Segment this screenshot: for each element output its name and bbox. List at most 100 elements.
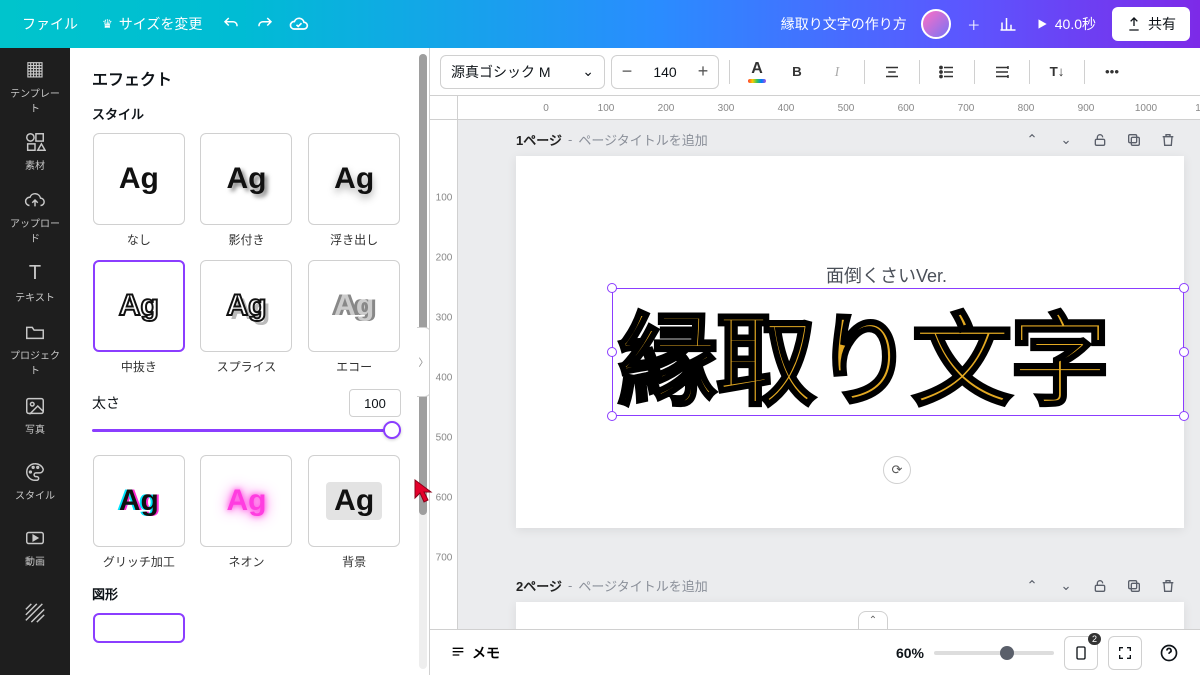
text-color-button[interactable]: A [740, 55, 774, 89]
panel-title: エフェクト [92, 66, 401, 90]
bottom-bar: メモ 60% 2 [430, 629, 1200, 675]
selection-box[interactable] [612, 288, 1184, 416]
page-2[interactable] [516, 602, 1184, 629]
italic-button[interactable]: I [820, 55, 854, 89]
sidebar-item-label: スタイル [15, 487, 55, 502]
sidebar-item-projects[interactable]: プロジェクト [0, 316, 70, 382]
zoom-label[interactable]: 60% [896, 645, 924, 661]
bold-button[interactable]: B [780, 55, 814, 89]
video-icon [24, 527, 46, 549]
style-tile-background[interactable]: Ag背景 [307, 455, 401, 570]
more-button[interactable]: ••• [1095, 55, 1129, 89]
sidebar-item-label: テキスト [15, 289, 55, 304]
page-delete-button[interactable] [1154, 126, 1182, 154]
undo-button[interactable] [214, 7, 248, 41]
share-button[interactable]: 共有 [1112, 7, 1190, 41]
avatar[interactable] [921, 9, 951, 39]
duration-label: 40.0秒 [1055, 14, 1096, 34]
style-tile-splice[interactable]: Agスプライス [200, 260, 294, 375]
page-move-up-button[interactable]: ⌃ [1018, 126, 1046, 154]
style-tile-shadow[interactable]: Ag影付き [200, 133, 294, 248]
notes-icon [450, 645, 466, 661]
style-tile-echo[interactable]: Agエコー [307, 260, 401, 375]
icon-sidebar: ▦ テンプレート 素材 アップロード T テキスト プロジェクト 写真 スタイル 動… [0, 48, 70, 675]
cloud-status-icon[interactable] [282, 7, 316, 41]
add-member-button[interactable]: ＋ [957, 7, 991, 41]
horizontal-ruler: 0 100 200 300 400 500 600 700 800 900 10… [458, 96, 1200, 120]
page-move-down-button[interactable]: ⌄ [1052, 572, 1080, 600]
align-button[interactable] [875, 55, 909, 89]
page1-header[interactable]: 1ページ - ページタイトルを追加 [516, 130, 708, 149]
sidebar-item-label: アップロード [6, 215, 64, 245]
style-tile-none[interactable]: Agなし [92, 133, 186, 248]
spacing-button[interactable] [985, 55, 1019, 89]
sidebar-item-uploads[interactable]: アップロード [0, 184, 70, 250]
page-lock-button[interactable] [1086, 572, 1114, 600]
text-icon: T [29, 262, 41, 285]
sidebar-item-video[interactable]: 動画 [0, 514, 70, 580]
canvas-stage[interactable]: 1ページ - ページタイトルを追加 ⌃ ⌄ 面倒くさいVer. 縁取り文字 ⟳ … [458, 120, 1200, 629]
font-size-input[interactable]: 140 [642, 64, 688, 80]
font-size-increase[interactable]: + [688, 56, 718, 88]
shape-tile[interactable] [92, 613, 186, 643]
help-button[interactable] [1152, 636, 1186, 670]
thickness-input[interactable]: 100 [349, 389, 401, 417]
palette-icon [24, 461, 46, 483]
font-size-stepper: − 140 + [611, 55, 719, 89]
redo-button[interactable] [248, 7, 282, 41]
style-tile-neon[interactable]: Agネオン [200, 455, 294, 570]
style-tile-glitch[interactable]: Agグリッチ加工 [92, 455, 186, 570]
sidebar-item-templates[interactable]: ▦ テンプレート [0, 52, 70, 118]
canvas-area: 源真ゴシック M⌄ − 140 + A B I T↓ ••• 0 100 200… [430, 48, 1200, 675]
page-count-button[interactable]: 2 [1064, 636, 1098, 670]
templates-icon: ▦ [26, 56, 45, 81]
crown-icon: ♛ [102, 17, 113, 31]
list-button[interactable] [930, 55, 964, 89]
sidebar-item-label: テンプレート [6, 85, 64, 115]
style-grid-2: Agグリッチ加工 Agネオン Ag背景 [92, 455, 401, 570]
topbar: ファイル ♛ サイズを変更 縁取り文字の作り方 ＋ 40.0秒 共有 [0, 0, 1200, 48]
fullscreen-button[interactable] [1108, 636, 1142, 670]
page-duplicate-button[interactable] [1120, 572, 1148, 600]
thickness-slider[interactable] [92, 421, 401, 439]
page2-tools: ⌃ ⌄ [1018, 572, 1182, 600]
panel-collapse-button[interactable]: 〉 [417, 327, 430, 397]
font-select[interactable]: 源真ゴシック M⌄ [440, 55, 605, 89]
folder-icon [24, 321, 46, 343]
ruler-origin [430, 96, 458, 120]
sidebar-item-styles[interactable]: スタイル [0, 448, 70, 514]
context-toolbar: 源真ゴシック M⌄ − 140 + A B I T↓ ••• [430, 48, 1200, 96]
style-grid: Agなし Ag影付き Ag浮き出し Ag中抜き Agスプライス Agエコー [92, 133, 401, 375]
sidebar-item-photos[interactable]: 写真 [0, 382, 70, 448]
page-duplicate-button[interactable] [1120, 126, 1148, 154]
page-move-down-button[interactable]: ⌄ [1052, 126, 1080, 154]
style-tile-lift[interactable]: Ag浮き出し [307, 133, 401, 248]
page-delete-button[interactable] [1154, 572, 1182, 600]
timeline-toggle-button[interactable]: ⌃ [858, 611, 888, 629]
sidebar-item-elements[interactable]: 素材 [0, 118, 70, 184]
sidebar-item-text[interactable]: T テキスト [0, 250, 70, 316]
resize-button[interactable]: ♛ サイズを変更 [90, 7, 214, 41]
present-button[interactable]: 40.0秒 [1025, 7, 1106, 41]
document-title[interactable]: 縁取り文字の作り方 [781, 14, 907, 34]
page-lock-button[interactable] [1086, 126, 1114, 154]
file-menu-button[interactable]: ファイル [10, 7, 90, 41]
insights-button[interactable] [991, 7, 1025, 41]
vertical-text-button[interactable]: T↓ [1040, 55, 1074, 89]
rotate-handle[interactable]: ⟳ [883, 456, 911, 484]
page1-tools: ⌃ ⌄ [1018, 126, 1182, 154]
image-icon [24, 395, 46, 417]
sidebar-item-label: 素材 [25, 157, 45, 172]
sidebar-item-more[interactable] [0, 580, 70, 646]
notes-button[interactable]: メモ [444, 642, 506, 664]
font-size-decrease[interactable]: − [612, 56, 642, 88]
play-icon [1035, 17, 1049, 31]
effects-panel: エフェクト スタイル Agなし Ag影付き Ag浮き出し Ag中抜き Agスプラ… [70, 48, 430, 675]
style-tile-hollow[interactable]: Ag中抜き [92, 260, 186, 375]
vertical-ruler: 100 200 300 400 500 600 700 [430, 120, 458, 629]
page-move-up-button[interactable]: ⌃ [1018, 572, 1046, 600]
page2-header[interactable]: 2ページ - ページタイトルを追加 [516, 576, 708, 595]
thickness-label: 太さ [92, 393, 120, 413]
resize-label: サイズを変更 [119, 14, 203, 34]
zoom-slider[interactable] [934, 651, 1054, 655]
